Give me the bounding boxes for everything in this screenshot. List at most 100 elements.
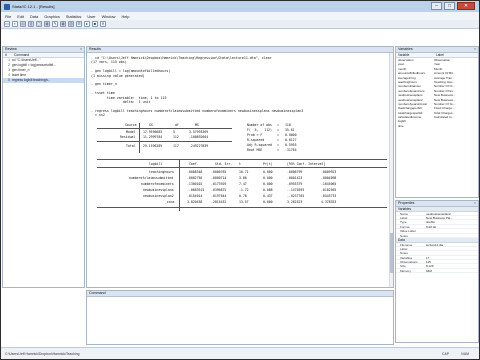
coef-row-p: 0.000 bbox=[263, 182, 273, 186]
coef-row-t: -1.72 bbox=[239, 188, 249, 192]
property-value: double bbox=[426, 220, 436, 224]
clear-more-icon[interactable]: ■ bbox=[92, 21, 98, 27]
data-editor-icon[interactable]: ▦ bbox=[60, 21, 66, 27]
menu-edit[interactable]: Edit bbox=[17, 14, 24, 19]
variables-col-label: Label bbox=[436, 53, 444, 57]
coef-row-p: 0.000 bbox=[263, 170, 273, 174]
menu-user[interactable]: User bbox=[87, 14, 95, 19]
anova-row-ss: 29.1596289 bbox=[143, 144, 163, 148]
properties-pane-title: Properties × bbox=[396, 201, 478, 207]
graph-icon[interactable]: ▦ bbox=[44, 21, 50, 27]
coef-row-coef: .1300102 bbox=[187, 182, 203, 186]
review-pane: Review × # Command 1 cd "C:\Users\Jeff..."… bbox=[2, 46, 85, 288]
coef-row-se: .0197644 bbox=[211, 194, 227, 198]
session-log: . cd "C:\Users\Jeff Hamrick\Dropbox\Hamr… bbox=[91, 56, 303, 118]
coef-row-coef: .0002756 bbox=[187, 176, 203, 180]
property-value: 64M bbox=[426, 268, 432, 273]
anova-row-ms: .100892664 bbox=[189, 135, 209, 139]
menu-graphics[interactable]: Graphics bbox=[44, 14, 60, 19]
variable-label bbox=[434, 124, 478, 128]
property-key: Value Label bbox=[400, 229, 416, 234]
property-key: Notes bbox=[400, 233, 408, 238]
anova-row-label: Total bbox=[126, 144, 136, 148]
close-icon[interactable]: × bbox=[474, 47, 476, 52]
property-row[interactable]: Memory 64M bbox=[396, 268, 478, 274]
coef-row-ci-high: .0004098 bbox=[321, 176, 337, 180]
title-bar: Stata/IC 12.1 - [Results] – □ ✕ bbox=[1, 1, 479, 12]
properties-pane: Properties × Variables Name newbusinessplan… bbox=[395, 200, 479, 343]
anova-stat-key: Prob > F bbox=[247, 133, 263, 137]
coef-rule bbox=[97, 167, 387, 168]
do-file-editor-icon[interactable]: ✎ bbox=[52, 21, 58, 27]
coef-row-t: 3.86 bbox=[239, 176, 247, 180]
anova-stat-value: .31764 bbox=[285, 148, 297, 152]
save-icon[interactable]: ▪ bbox=[12, 21, 18, 27]
close-icon[interactable]: × bbox=[80, 47, 82, 52]
review-col-command: Command bbox=[14, 53, 30, 57]
property-value: 115 bbox=[426, 260, 431, 264]
anova-col-ss: SS bbox=[149, 123, 153, 127]
maximize-button[interactable]: □ bbox=[444, 2, 455, 10]
results-scrollbar[interactable] bbox=[389, 53, 393, 287]
coef-row-ci-low: -.0237705 bbox=[287, 194, 305, 198]
anova-stat-eq: = bbox=[277, 133, 279, 137]
properties-list: Variables Name newbusinessplan2 Label New Bu… bbox=[396, 207, 478, 274]
more-icon[interactable]: ▸ bbox=[84, 21, 90, 27]
property-key: Type bbox=[400, 220, 407, 225]
property-key: Format bbox=[400, 224, 410, 229]
viewer-icon[interactable]: ◫ bbox=[36, 21, 42, 27]
coef-rule bbox=[97, 207, 387, 208]
data-browser-icon[interactable]: ▧ bbox=[68, 21, 74, 27]
coef-row-t: 10.71 bbox=[239, 170, 249, 174]
coef-row-ci-high: .0009923 bbox=[321, 170, 337, 174]
anova-stat-value: 0.6127 bbox=[285, 138, 297, 142]
coef-row-ci-low: .0001423 bbox=[287, 176, 303, 180]
variable-row[interactable]: time bbox=[396, 124, 478, 128]
property-value: 8.12K bbox=[426, 264, 434, 268]
coef-row-p: 0.000 bbox=[263, 176, 273, 180]
anova-stat-value: 35.61 bbox=[285, 128, 295, 132]
coef-row-ci-low: .0955379 bbox=[287, 182, 303, 186]
review-item-selected[interactable]: 5 regress logbill teachingh... bbox=[3, 78, 84, 83]
coef-row-se: .2815432 bbox=[211, 200, 227, 204]
anova-stat-eq: = bbox=[277, 128, 279, 132]
stata-window: Stata/IC 12.1 - [Results] – □ ✕ File Edi… bbox=[0, 0, 480, 360]
coef-row-ci-high: .1645065 bbox=[321, 182, 337, 186]
command-pane-title: Command bbox=[87, 291, 393, 297]
command-pane: Command bbox=[86, 290, 394, 345]
minimize-button[interactable]: – bbox=[431, 2, 442, 10]
anova-divider bbox=[139, 123, 140, 153]
review-pane-title: Review × bbox=[3, 47, 84, 53]
anova-col-ms: MS bbox=[195, 123, 199, 127]
anova-stat-eq: = bbox=[277, 148, 279, 152]
coef-row-name: teachinghours bbox=[149, 170, 174, 174]
anova-row-label: Residual bbox=[120, 135, 136, 139]
coef-row-se: .0396875 bbox=[211, 188, 227, 192]
command-input[interactable] bbox=[87, 297, 393, 344]
coef-row-coef: .0008348 bbox=[187, 170, 203, 174]
coef-rule bbox=[97, 159, 387, 160]
anova-row-df: 5 bbox=[173, 130, 175, 134]
coef-row-ci-low: 3.262523 bbox=[287, 200, 303, 204]
close-button[interactable]: ✕ bbox=[457, 2, 475, 10]
menu-statistics[interactable]: Statistics bbox=[66, 14, 82, 19]
anova-row-df: 117 bbox=[173, 144, 179, 148]
log-icon[interactable]: ▥ bbox=[28, 21, 34, 27]
anova-row-ms: 3.57993369 bbox=[189, 130, 209, 134]
menu-window[interactable]: Window bbox=[102, 14, 116, 19]
menu-file[interactable]: File bbox=[5, 14, 11, 19]
menu-data[interactable]: Data bbox=[30, 14, 38, 19]
anova-col-df: df bbox=[175, 123, 179, 127]
print-icon[interactable]: ▤ bbox=[20, 21, 26, 27]
num-indicator: NUM bbox=[461, 352, 469, 356]
coef-row-ci-low: .0006799 bbox=[287, 170, 303, 174]
break-icon[interactable]: ✕ bbox=[100, 21, 106, 27]
property-key: Notes bbox=[400, 251, 408, 256]
variables-manager-icon[interactable]: ☰ bbox=[76, 21, 82, 27]
caps-indicator: CAP bbox=[442, 352, 449, 356]
close-icon[interactable]: × bbox=[474, 201, 476, 206]
coef-row-p: 0.437 bbox=[263, 194, 273, 198]
open-icon[interactable]: ▭ bbox=[4, 21, 10, 27]
property-value: New Business Pla... bbox=[426, 215, 453, 220]
menu-help[interactable]: Help bbox=[121, 14, 129, 19]
